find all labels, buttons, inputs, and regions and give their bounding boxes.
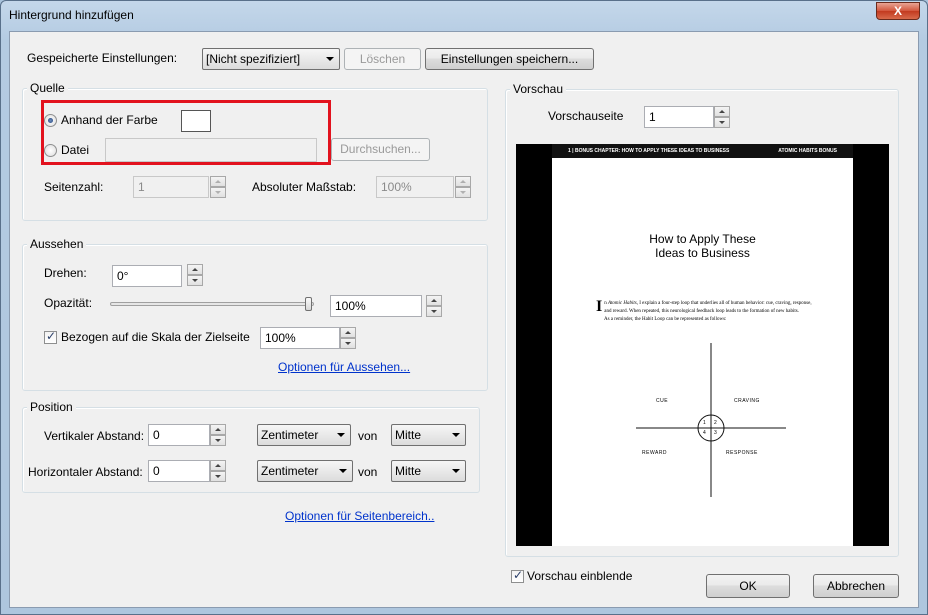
horizontal-from-select[interactable]: Mitte [391, 460, 466, 482]
delete-button[interactable]: Löschen [344, 48, 421, 70]
relative-scale-label: Bezogen auf die Skala der Zielseite [61, 330, 250, 344]
diagram-response-label: RESPONSE [726, 450, 758, 456]
saved-settings-value: [Nicht spezifiziert] [206, 52, 301, 66]
relative-scale-stepper[interactable] [340, 327, 356, 349]
diagram-cue-label: CUE [656, 398, 669, 404]
preview-page-field[interactable]: 1 [644, 106, 714, 128]
page-number-label: Seitenzahl: [44, 180, 104, 194]
saved-settings-select[interactable]: [Nicht spezifiziert] [202, 48, 340, 70]
preview-page: 1 | BONUS CHAPTER: HOW TO APPLY THESE ID… [552, 144, 853, 546]
horizontal-offset-field[interactable]: 0 [148, 460, 210, 482]
absolute-scale-label: Absoluter Maßstab: [252, 180, 357, 194]
horizontal-unit-select[interactable]: Zentimeter [257, 460, 353, 482]
chevron-down-icon [452, 469, 460, 473]
page-header-right: ATOMIC HABITS BONUS [778, 148, 837, 154]
horizontal-from-label: von [358, 465, 378, 479]
dialog-body: Gespeicherte Einstellungen: [Nicht spezi… [9, 31, 919, 608]
vertical-from-select[interactable]: Mitte [391, 424, 466, 446]
horizontal-offset-stepper[interactable] [210, 460, 226, 482]
page-title-line1: How to Apply These [649, 232, 756, 246]
page-header-left: 1 | BONUS CHAPTER: HOW TO APPLY THESE ID… [568, 148, 730, 154]
cancel-button[interactable]: Abbrechen [813, 574, 899, 598]
appearance-group: Aussehen [22, 237, 488, 391]
horizontal-from-value: Mitte [395, 464, 422, 478]
save-settings-button[interactable]: Einstellungen speichern... [425, 48, 594, 70]
page-header-bar: 1 | BONUS CHAPTER: HOW TO APPLY THESE ID… [552, 144, 853, 158]
highlight-box [41, 100, 331, 165]
page-body-p2: As a reminder, the Habit Loop can be rep… [604, 317, 727, 322]
vertical-from-label: von [358, 429, 378, 443]
dialog-window: Hintergrund hinzufügen X Gespeicherte Ei… [0, 0, 928, 615]
preview-canvas: 1 | BONUS CHAPTER: HOW TO APPLY THESE ID… [516, 144, 889, 546]
page-range-options-link[interactable]: Optionen für Seitenbereich.. [285, 509, 434, 523]
chevron-down-icon [452, 433, 460, 437]
page-body-italic: Atomic Habits [607, 301, 637, 306]
preview-page-stepper[interactable] [714, 106, 730, 128]
preview-page-label: Vorschauseite [548, 109, 624, 123]
rotate-label: Drehen: [44, 266, 87, 280]
opacity-slider-thumb[interactable] [305, 297, 312, 311]
opacity-field[interactable]: 100% [330, 295, 422, 317]
preview-group-title: Vorschau [510, 82, 567, 96]
appearance-options-link[interactable]: Optionen für Aussehen... [278, 360, 410, 374]
diagram-craving-label: CRAVING [734, 398, 760, 404]
saved-settings-label: Gespeicherte Einstellungen: [27, 51, 178, 65]
source-group-title: Quelle [27, 81, 68, 95]
page-title-line2: Ideas to Business [655, 246, 750, 260]
relative-scale-field[interactable]: 100% [260, 327, 340, 349]
diagram-quadrant-1: 1 [703, 420, 707, 426]
window-title: Hintergrund hinzufügen [9, 8, 134, 22]
diagram-quadrant-4: 4 [703, 430, 707, 436]
vertical-offset-field[interactable]: 0 [148, 424, 210, 446]
position-group-title: Position [27, 400, 76, 414]
absolute-scale-field[interactable]: 100% [376, 176, 454, 198]
page-dropcap: I [596, 298, 603, 315]
chevron-down-icon [339, 469, 347, 473]
chevron-down-icon [337, 433, 345, 437]
rotate-stepper[interactable] [187, 264, 203, 286]
show-preview-label: Vorschau einblende [527, 569, 633, 583]
diagram-quadrant-2: 2 [714, 420, 718, 426]
chevron-down-icon [326, 57, 334, 61]
rotate-field[interactable]: 0° [112, 265, 182, 287]
page-number-field[interactable]: 1 [133, 176, 209, 198]
vertical-unit-select[interactable]: Zentimeter [257, 424, 351, 446]
vertical-offset-label: Vertikaler Abstand: [44, 429, 145, 443]
ok-button[interactable]: OK [706, 574, 790, 598]
relative-scale-checkbox[interactable] [44, 329, 57, 344]
browse-button[interactable]: Durchsuchen... [331, 138, 430, 161]
opacity-stepper[interactable] [426, 295, 442, 317]
absolute-scale-stepper[interactable] [455, 176, 471, 198]
vertical-from-value: Mitte [395, 428, 422, 442]
title-bar: Hintergrund hinzufügen X [1, 1, 927, 29]
page-body-text: In Atomic Habits, I explain a four-step … [596, 298, 816, 324]
diagram-quadrant-3: 3 [714, 430, 718, 436]
show-preview-checkbox[interactable] [511, 568, 524, 583]
habit-loop-diagram [636, 343, 786, 497]
vertical-offset-stepper[interactable] [210, 424, 226, 446]
page-number-stepper[interactable] [210, 176, 226, 198]
horizontal-offset-label: Horizontaler Abstand: [28, 465, 143, 479]
opacity-slider-track[interactable] [110, 302, 314, 306]
opacity-label: Opazität: [44, 296, 93, 310]
close-button[interactable]: X [876, 2, 920, 20]
diagram-reward-label: REWARD [642, 450, 668, 456]
horizontal-unit-value: Zentimeter [261, 464, 319, 478]
appearance-group-title: Aussehen [27, 237, 87, 251]
vertical-unit-value: Zentimeter [261, 428, 319, 442]
